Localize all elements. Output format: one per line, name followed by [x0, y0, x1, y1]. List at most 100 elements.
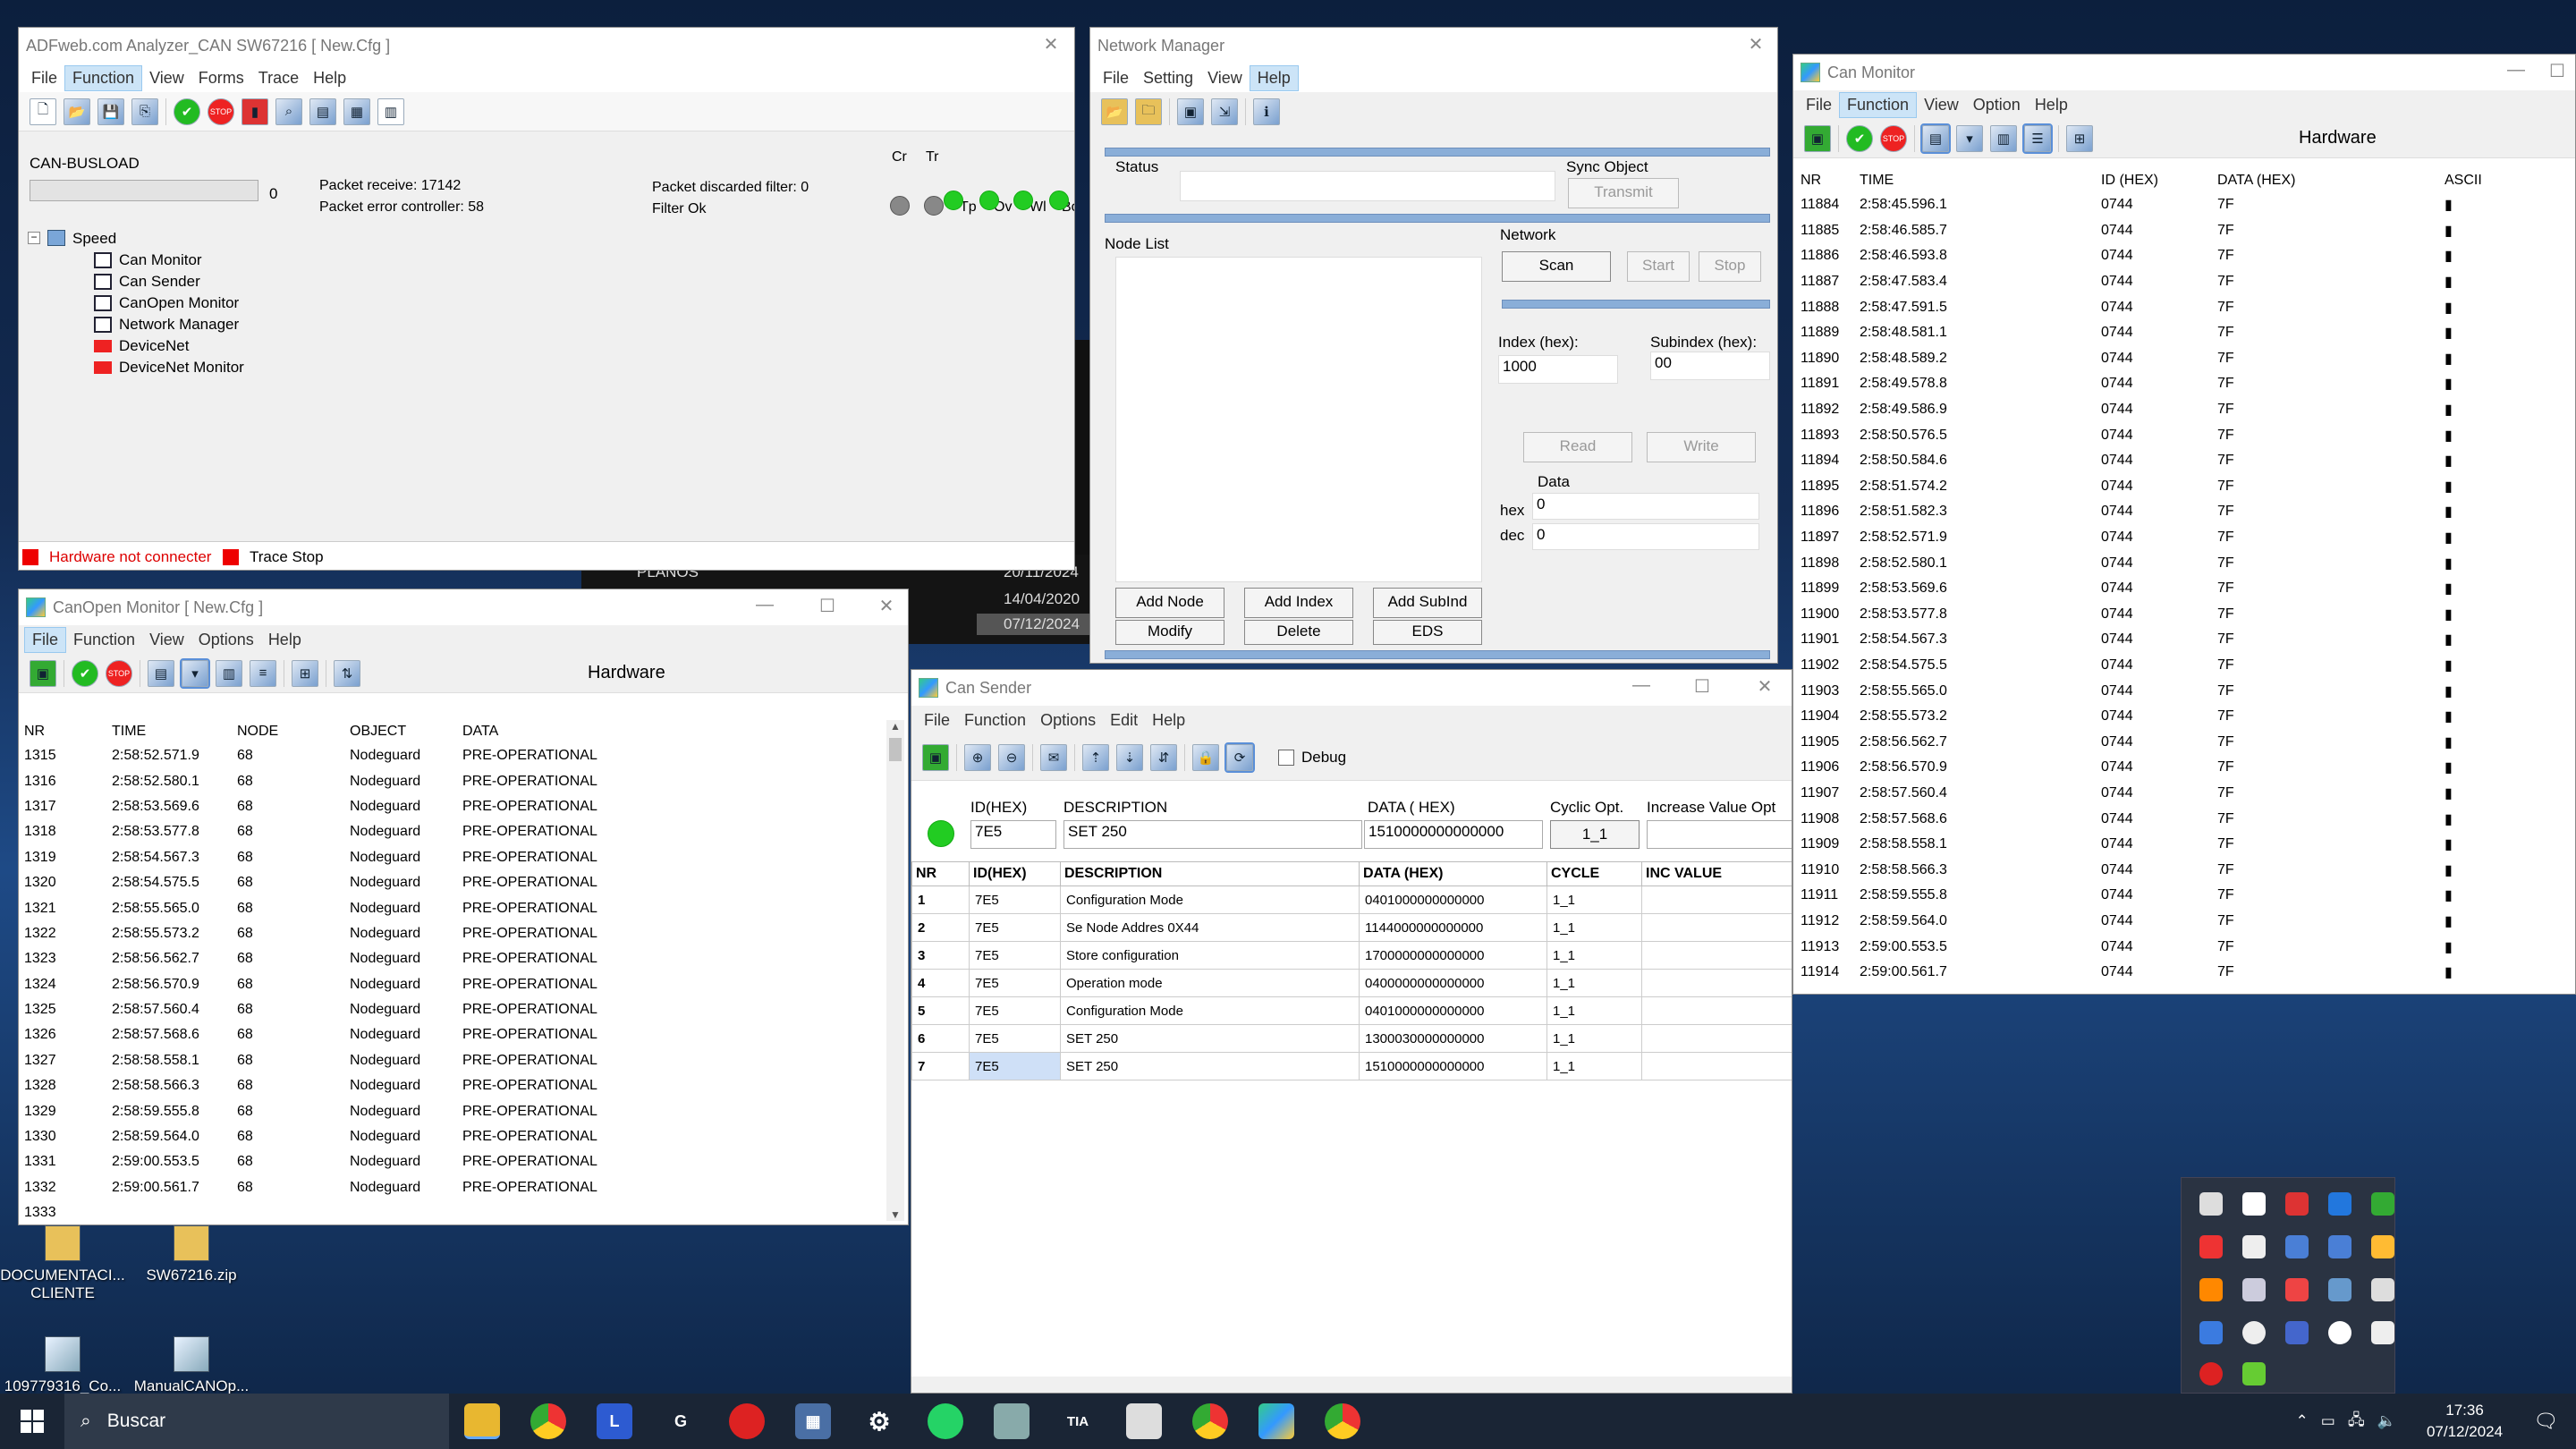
- list-icon[interactable]: ☰: [2022, 123, 2053, 154]
- chrome-icon[interactable]: [530, 1403, 566, 1439]
- table-row[interactable]: 11905 2:58:56.562.7 0744 7F ▮: [1801, 729, 2570, 755]
- menu-option[interactable]: Option: [1966, 93, 2028, 117]
- menu-setting[interactable]: Setting: [1136, 66, 1200, 90]
- form-description-input[interactable]: SET 250: [1063, 820, 1362, 849]
- tray-chevron-icon[interactable]: ⌃: [2296, 1412, 2309, 1430]
- list-icon[interactable]: ≡: [250, 659, 276, 687]
- write-button[interactable]: Write: [1647, 432, 1756, 462]
- table-row[interactable]: 1325 2:58:57.560.4 68 Nodeguard PRE-OPERATIO…: [24, 997, 820, 1022]
- col-description[interactable]: DESCRIPTION: [1060, 861, 1360, 886]
- cycle-icon[interactable]: ⟳: [1224, 741, 1255, 773]
- notifications-icon[interactable]: 🗨: [2533, 1410, 2558, 1433]
- table-row[interactable]: 2 7E5 Se Node Addres 0X44 1144000000000000 1…: [911, 913, 1792, 942]
- table-row[interactable]: 1317 2:58:53.569.6 68 Nodeguard PRE-OPERATIO…: [24, 794, 820, 819]
- col-object[interactable]: OBJECT: [350, 720, 462, 743]
- save-as-icon[interactable]: ⎘: [131, 97, 158, 125]
- record-icon[interactable]: [2199, 1362, 2223, 1385]
- table-row[interactable]: 11888 2:58:47.591.5 0744 7F ▮: [1801, 294, 2570, 320]
- open-folder-icon[interactable]: 📂: [1101, 98, 1128, 125]
- menu-function[interactable]: Function: [1839, 91, 1918, 118]
- table-row[interactable]: 1319 2:58:54.567.3 68 Nodeguard PRE-OPERATIO…: [24, 845, 820, 870]
- clock[interactable]: 17:36 07/12/2024: [2427, 1400, 2503, 1443]
- chrome-profile-icon[interactable]: [1192, 1403, 1228, 1439]
- stop-icon[interactable]: STOP: [1880, 124, 1907, 152]
- app-icon[interactable]: [2285, 1278, 2309, 1301]
- monitor-mode-icon[interactable]: ▤: [148, 659, 174, 687]
- search-box[interactable]: ⌕ Buscar: [64, 1394, 449, 1449]
- filter-icon[interactable]: ▮: [242, 97, 268, 125]
- app-icon[interactable]: [2242, 1362, 2266, 1385]
- app-icon[interactable]: [2242, 1235, 2266, 1258]
- table-row[interactable]: 11893 2:58:50.576.5 0744 7F ▮: [1801, 422, 2570, 448]
- col-id[interactable]: ID(HEX): [969, 861, 1061, 886]
- table-row[interactable]: 11911 2:58:59.555.8 0744 7F ▮: [1801, 883, 2570, 909]
- table-row[interactable]: 11895 2:58:51.574.2 0744 7F ▮: [1801, 474, 2570, 500]
- table-row[interactable]: 11907 2:58:57.560.4 0744 7F ▮: [1801, 781, 2570, 807]
- menu-view[interactable]: View: [1200, 66, 1250, 90]
- app-icon[interactable]: [2328, 1278, 2351, 1301]
- acrobat-icon[interactable]: [2285, 1192, 2309, 1216]
- col-data[interactable]: DATA (HEX): [1359, 861, 1547, 886]
- export-icon[interactable]: ▣: [922, 743, 949, 771]
- add-row-icon[interactable]: ⊕: [964, 743, 991, 771]
- tia-icon[interactable]: [2242, 1278, 2266, 1301]
- table-row[interactable]: 1315 2:58:52.571.9 68 Nodeguard PRE-OPERATIO…: [24, 743, 820, 768]
- table-row[interactable]: 6 7E5 SET 250 1300030000000000 1_1: [911, 1024, 1792, 1053]
- table-row[interactable]: 11896 2:58:51.582.3 0744 7F ▮: [1801, 499, 2570, 525]
- scroll-down-icon[interactable]: ▼: [886, 1208, 904, 1221]
- table-row[interactable]: 1324 2:58:56.570.9 68 Nodeguard PRE-OPERATIO…: [24, 972, 820, 997]
- col-ascii[interactable]: ASCII: [2445, 169, 2570, 192]
- settings-icon[interactable]: ⊞: [292, 659, 318, 687]
- delete-button[interactable]: Delete: [1244, 620, 1353, 645]
- start-icon[interactable]: ✔: [174, 97, 200, 125]
- table-row[interactable]: 1330 2:58:59.564.0 68 Nodeguard PRE-OPERATIO…: [24, 1124, 820, 1149]
- app-icon[interactable]: [2199, 1235, 2223, 1258]
- new-file-icon[interactable]: 🗋: [30, 97, 56, 125]
- maximize-icon[interactable]: ☐: [1684, 675, 1720, 698]
- table-row[interactable]: 1316 2:58:52.580.1 68 Nodeguard PRE-OPERATIO…: [24, 768, 820, 793]
- menu-file[interactable]: File: [1799, 93, 1839, 117]
- network-app-icon[interactable]: [994, 1403, 1030, 1439]
- desktop-icon-109779316[interactable]: 109779316_Co...: [0, 1336, 125, 1395]
- table-row[interactable]: 11902 2:58:54.575.5 0744 7F ▮: [1801, 653, 2570, 679]
- app-l-icon[interactable]: L: [597, 1403, 632, 1439]
- device-icon[interactable]: ▣: [1177, 98, 1204, 125]
- app-icon[interactable]: [2371, 1278, 2394, 1301]
- menu-file[interactable]: File: [24, 66, 64, 90]
- usb-icon[interactable]: [2199, 1192, 2223, 1216]
- security-icon[interactable]: [2285, 1235, 2309, 1258]
- table-row[interactable]: 11900 2:58:53.577.8 0744 7F ▮: [1801, 602, 2570, 628]
- table-row[interactable]: 1322 2:58:55.573.2 68 Nodeguard PRE-OPERATIO…: [24, 921, 820, 946]
- stop-button[interactable]: Stop: [1699, 251, 1761, 282]
- table-row[interactable]: 11901 2:58:54.567.3 0744 7F ▮: [1801, 627, 2570, 653]
- table-row[interactable]: 1320 2:58:54.575.5 68 Nodeguard PRE-OPERATIO…: [24, 870, 820, 895]
- stop-icon[interactable]: STOP: [208, 97, 234, 125]
- columns-icon[interactable]: ▥: [1990, 124, 2017, 152]
- monitor-mode-icon[interactable]: ▤: [1920, 123, 1951, 154]
- menu-view[interactable]: View: [1917, 93, 1966, 117]
- monitor-icon[interactable]: ▤: [309, 97, 336, 125]
- add-node-button[interactable]: Add Node: [1115, 588, 1224, 618]
- scan-button[interactable]: Scan: [1502, 251, 1611, 282]
- app-icon[interactable]: [2328, 1235, 2351, 1258]
- table-row[interactable]: 1 7E5 Configuration Mode 0401000000000000 1_…: [911, 886, 1792, 914]
- open-folder-icon[interactable]: 📂: [64, 97, 90, 125]
- bluetooth-icon[interactable]: [2328, 1192, 2351, 1216]
- chrome-app-icon[interactable]: [1325, 1403, 1360, 1439]
- table-row[interactable]: 1333: [24, 1200, 820, 1224]
- eds-button[interactable]: EDS: [1373, 620, 1482, 645]
- canopen-scrollbar[interactable]: ▲ ▼: [886, 720, 904, 1221]
- move-down-icon[interactable]: ⇣: [1116, 743, 1143, 771]
- sort-icon[interactable]: ⇵: [1150, 743, 1177, 771]
- table-row[interactable]: 1327 2:58:58.558.1 68 Nodeguard PRE-OPERATIO…: [24, 1048, 820, 1073]
- table-row[interactable]: 11897 2:58:52.571.9 0744 7F ▮: [1801, 525, 2570, 551]
- debug-checkbox[interactable]: [1278, 749, 1294, 766]
- dec-input[interactable]: 0: [1532, 523, 1759, 550]
- info-icon[interactable]: ℹ: [1253, 98, 1280, 125]
- export-icon[interactable]: ▣: [30, 659, 56, 687]
- table-row[interactable]: 1329 2:58:59.555.8 68 Nodeguard PRE-OPERATIO…: [24, 1098, 820, 1123]
- table-row[interactable]: 11891 2:58:49.578.8 0744 7F ▮: [1801, 371, 2570, 397]
- table-row[interactable]: 1326 2:58:57.568.6 68 Nodeguard PRE-OPERATIO…: [24, 1022, 820, 1047]
- hex-input[interactable]: 0: [1532, 493, 1759, 520]
- table-row[interactable]: 11885 2:58:46.585.7 0744 7F ▮: [1801, 218, 2570, 244]
